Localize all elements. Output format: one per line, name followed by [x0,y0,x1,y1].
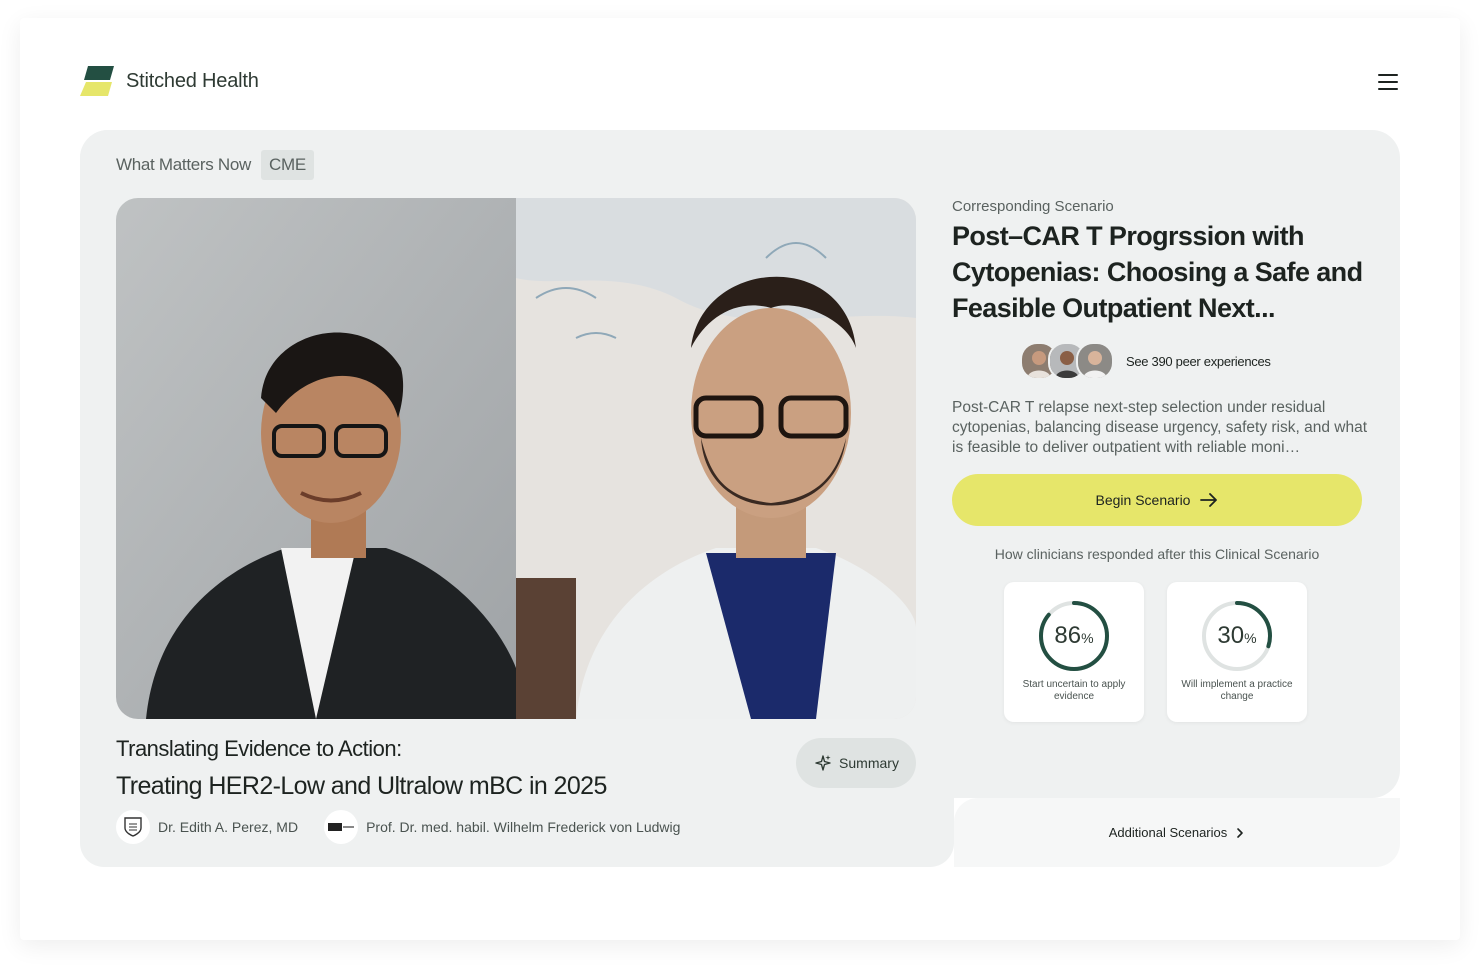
additional-scenarios-label: Additional Scenarios [1108,825,1228,840]
sparkle-icon [815,755,831,771]
speaker-list: Dr. Edith A. Perez, MD Prof. Dr. med. ha… [116,810,680,844]
section-title: What Matters Now [116,155,252,174]
stat-card: 30% Will implement a practice change [1167,582,1307,722]
speaker-item: Dr. Edith A. Perez, MD [116,810,298,844]
institution-logo-icon [324,810,359,844]
speaker-name: Prof. Dr. med. habil. Wilhelm Frederick … [366,819,681,835]
stat-label: Will implement a practice change [1181,679,1293,702]
speaker-right-video [516,198,916,719]
speaker-left-video [116,198,516,719]
speaker-item: Prof. Dr. med. habil. Wilhelm Frederick … [324,810,680,844]
cme-badge: CME [261,150,314,180]
stat-value: 86% [1054,622,1094,649]
summary-label: Summary [839,755,899,771]
scenario-label: Corresponding Scenario [952,198,1114,215]
peer-experiences-label: See 390 peer experiences [1126,353,1271,369]
arrow-right-icon [1200,493,1218,507]
mayo-clinic-logo-icon [116,810,150,844]
talk-title: Translating Evidence to Action: [116,736,402,761]
summary-button[interactable]: Summary [796,738,916,788]
scenario-description: Post-CAR T relapse next-step selection u… [952,399,1368,456]
brand-name: Stitched Health [126,69,259,92]
stat-value: 30% [1217,622,1257,649]
stat-label: Start uncertain to apply evidence [1022,679,1126,702]
peer-experiences-link[interactable]: See 390 peer experiences [1020,342,1271,380]
avatar [1076,342,1114,380]
additional-scenarios-link[interactable]: Additional Scenarios [954,798,1400,867]
section-header: What Matters Now CME [116,150,314,180]
stitched-health-logo-icon [80,66,114,96]
begin-scenario-label: Begin Scenario [1095,492,1191,508]
speaker-name: Dr. Edith A. Perez, MD [158,819,299,835]
talk-subtitle: Treating HER2-Low and Ultralow mBC in 20… [116,772,607,800]
chevron-right-icon [1237,827,1244,838]
responded-caption: How clinicians responded after this Clin… [994,546,1320,562]
featured-panel: What Matters Now CME Translating Evidenc… [80,130,1400,867]
brand-logo[interactable]: Stitched Health [80,64,259,98]
stat-card: 86% Start uncertain to apply evidence [1004,582,1144,722]
begin-scenario-button[interactable]: Begin Scenario [952,474,1362,526]
peer-avatars [1020,342,1114,380]
hamburger-menu-icon[interactable] [1376,72,1400,92]
video-player[interactable] [116,198,916,719]
scenario-title[interactable]: Post–CAR T Progrssion with Cytopenias: C… [952,218,1372,326]
